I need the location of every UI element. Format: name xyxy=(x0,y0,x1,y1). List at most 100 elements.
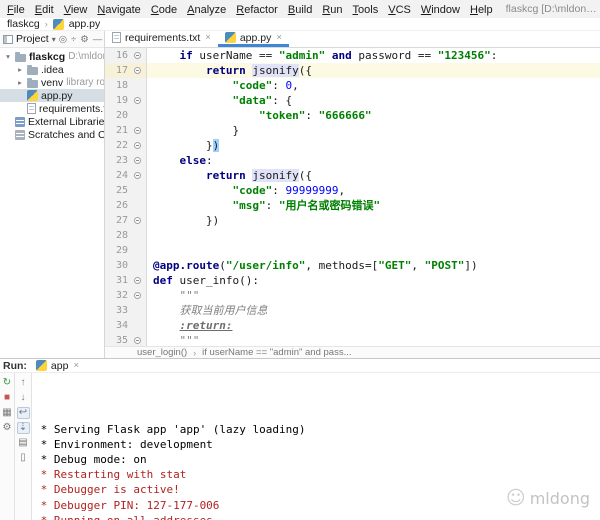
editor-breadcrumb-function[interactable]: user_login() xyxy=(137,347,187,358)
close-icon[interactable]: × xyxy=(205,32,211,43)
code-line-31[interactable]: 31def user_info(): xyxy=(105,273,600,288)
menu-build[interactable]: Build xyxy=(283,4,317,16)
menu-help[interactable]: Help xyxy=(465,4,498,16)
soft-wrap-icon[interactable]: ↩ xyxy=(17,407,30,419)
rerun-icon[interactable]: ↻ xyxy=(1,377,14,389)
code-line-25[interactable]: 25 "code": 99999999, xyxy=(105,183,600,198)
menu-navigate[interactable]: Navigate xyxy=(92,4,145,16)
tab-requirements-txt[interactable]: requirements.txt× xyxy=(105,31,218,47)
menu-tools[interactable]: Tools xyxy=(348,4,384,16)
gutter[interactable]: 17 xyxy=(105,63,147,78)
tree-item-flaskcg[interactable]: ▾flaskcgD:\mldong\py-works xyxy=(0,50,104,63)
tree-item-venv[interactable]: ▸venvlibrary root xyxy=(0,76,104,89)
gutter[interactable]: 32 xyxy=(105,288,147,303)
menu-edit[interactable]: Edit xyxy=(30,4,59,16)
gutter[interactable]: 18 xyxy=(105,78,147,93)
scroll-to-end-icon[interactable]: ⇣ xyxy=(17,422,30,434)
gutter[interactable]: 34 xyxy=(105,318,147,333)
code-line-24[interactable]: 24 return jsonify({ xyxy=(105,168,600,183)
menu-run[interactable]: Run xyxy=(317,4,347,16)
prev-occurrence-icon[interactable]: ↑ xyxy=(17,377,30,389)
code-line-34[interactable]: 34 :return: xyxy=(105,318,600,333)
tab-app-py[interactable]: app.py× xyxy=(218,31,289,47)
stop-icon[interactable]: ■ xyxy=(1,392,14,404)
code-line-21[interactable]: 21 } xyxy=(105,123,600,138)
close-icon[interactable]: × xyxy=(276,32,282,43)
gutter[interactable]: 19 xyxy=(105,93,147,108)
restore-layout-icon[interactable]: ▦ xyxy=(1,407,14,419)
menu-analyze[interactable]: Analyze xyxy=(182,4,231,16)
settings-icon[interactable]: ⚙ xyxy=(1,422,14,434)
fold-icon[interactable] xyxy=(134,337,141,344)
breadcrumb-project[interactable]: flaskcg xyxy=(7,18,40,30)
fold-icon[interactable] xyxy=(134,127,141,134)
fold-icon[interactable] xyxy=(134,97,141,104)
code-line-28[interactable]: 28 xyxy=(105,228,600,243)
fold-icon[interactable] xyxy=(134,217,141,224)
gutter[interactable]: 24 xyxy=(105,168,147,183)
tree-item-idea[interactable]: ▸.idea xyxy=(0,63,104,76)
code-editor[interactable]: 16 if userName == "admin" and password =… xyxy=(105,48,600,346)
code-line-32[interactable]: 32 """ xyxy=(105,288,600,303)
code-line-33[interactable]: 33 获取当前用户信息 xyxy=(105,303,600,318)
code-line-16[interactable]: 16 if userName == "admin" and password =… xyxy=(105,48,600,63)
print-icon[interactable]: ▤ xyxy=(17,437,30,449)
hide-icon[interactable]: — xyxy=(93,32,103,47)
fold-icon[interactable] xyxy=(134,292,141,299)
chevron-icon[interactable]: ▸ xyxy=(16,65,24,74)
fold-icon[interactable] xyxy=(134,172,141,179)
fold-icon[interactable] xyxy=(134,67,141,74)
gutter[interactable]: 31 xyxy=(105,273,147,288)
code-line-17[interactable]: 17 return jsonify({ xyxy=(105,63,600,78)
locate-icon[interactable]: ◎ xyxy=(59,32,67,47)
code-line-22[interactable]: 22 }) xyxy=(105,138,600,153)
chevron-icon[interactable]: ▾ xyxy=(4,52,12,61)
code-line-18[interactable]: 18 "code": 0, xyxy=(105,78,600,93)
close-icon[interactable]: × xyxy=(73,360,79,371)
menu-code[interactable]: Code xyxy=(146,4,182,16)
collapse-all-icon[interactable]: ÷ xyxy=(71,32,76,47)
gutter[interactable]: 27 xyxy=(105,213,147,228)
gutter[interactable]: 35 xyxy=(105,333,147,346)
breadcrumb-file[interactable]: app.py xyxy=(69,18,101,30)
gutter[interactable]: 23 xyxy=(105,153,147,168)
menu-window[interactable]: Window xyxy=(416,4,465,16)
gutter[interactable]: 16 xyxy=(105,48,147,63)
code-line-29[interactable]: 29 xyxy=(105,243,600,258)
gutter[interactable]: 26 xyxy=(105,198,147,213)
gutter[interactable]: 25 xyxy=(105,183,147,198)
menu-vcs[interactable]: VCS xyxy=(383,4,416,16)
menu-file[interactable]: File xyxy=(2,4,30,16)
gutter[interactable]: 21 xyxy=(105,123,147,138)
fold-icon[interactable] xyxy=(134,52,141,59)
tree-item-external-libraries[interactable]: External Libraries xyxy=(0,115,104,128)
fold-icon[interactable] xyxy=(134,277,141,284)
code-line-26[interactable]: 26 "msg": "用户名或密码错误" xyxy=(105,198,600,213)
code-line-20[interactable]: 20 "token": "666666" xyxy=(105,108,600,123)
editor-breadcrumb-context[interactable]: if userName == "admin" and pass... xyxy=(202,347,351,358)
fold-icon[interactable] xyxy=(134,157,141,164)
gutter[interactable]: 30 xyxy=(105,258,147,273)
code-line-35[interactable]: 35 """ xyxy=(105,333,600,346)
chevron-icon[interactable]: ▸ xyxy=(16,78,24,87)
project-panel-title[interactable]: Project xyxy=(16,33,49,45)
menu-refactor[interactable]: Refactor xyxy=(231,4,283,16)
run-tab-app[interactable]: app × xyxy=(36,360,79,372)
code-line-23[interactable]: 23 else: xyxy=(105,153,600,168)
tree-item-app-py[interactable]: app.py xyxy=(0,89,104,102)
fold-icon[interactable] xyxy=(134,142,141,149)
code-line-27[interactable]: 27 }) xyxy=(105,213,600,228)
gutter[interactable]: 28 xyxy=(105,228,147,243)
settings-icon[interactable]: ⚙ xyxy=(80,32,89,47)
next-occurrence-icon[interactable]: ↓ xyxy=(17,392,30,404)
tree-item-requirements-txt[interactable]: requirements.txt xyxy=(0,102,104,115)
gutter[interactable]: 22 xyxy=(105,138,147,153)
gutter[interactable]: 20 xyxy=(105,108,147,123)
menu-view[interactable]: View xyxy=(59,4,93,16)
tree-item-scratches-and-consoles[interactable]: Scratches and Consoles xyxy=(0,128,104,141)
chevron-down-icon[interactable]: ▾ xyxy=(52,35,56,44)
clear-all-icon[interactable]: ▯ xyxy=(17,452,30,464)
gutter[interactable]: 33 xyxy=(105,303,147,318)
code-line-19[interactable]: 19 "data": { xyxy=(105,93,600,108)
code-line-30[interactable]: 30@app.route("/user/info", methods=["GET… xyxy=(105,258,600,273)
